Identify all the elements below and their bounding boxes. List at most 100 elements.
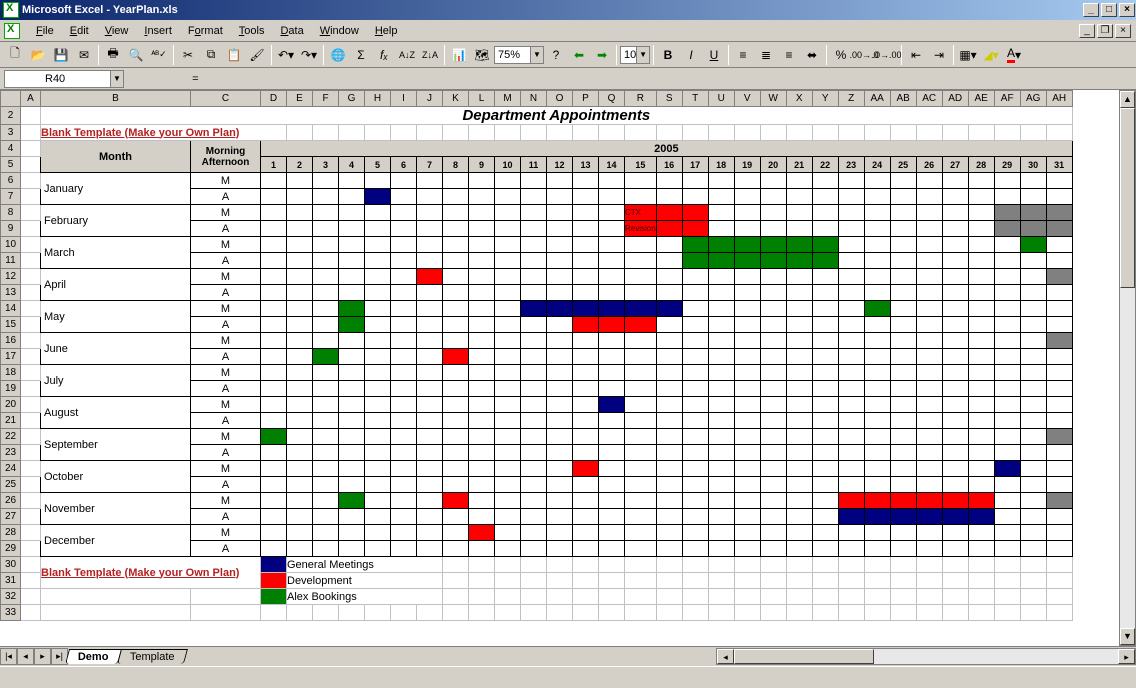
day-cell[interactable] bbox=[916, 285, 942, 301]
day-cell[interactable] bbox=[1020, 381, 1046, 397]
col-header-AC[interactable]: AC bbox=[916, 91, 942, 107]
day-cell[interactable] bbox=[547, 317, 573, 333]
day-cell[interactable] bbox=[287, 413, 313, 429]
day-cell[interactable] bbox=[469, 461, 495, 477]
day-cell[interactable] bbox=[916, 365, 942, 381]
day-cell[interactable] bbox=[599, 269, 625, 285]
month-cell-May[interactable]: May bbox=[41, 301, 191, 333]
col-header-L[interactable]: L bbox=[469, 91, 495, 107]
day-cell[interactable] bbox=[287, 509, 313, 525]
day-cell[interactable] bbox=[443, 189, 469, 205]
month-cell-October[interactable]: October bbox=[41, 461, 191, 493]
day-cell[interactable] bbox=[1046, 269, 1072, 285]
day-cell[interactable] bbox=[599, 333, 625, 349]
day-cell[interactable] bbox=[786, 493, 812, 509]
day-cell[interactable] bbox=[287, 189, 313, 205]
day-cell[interactable] bbox=[890, 189, 916, 205]
day-cell[interactable] bbox=[656, 349, 682, 365]
day-cell[interactable] bbox=[812, 477, 838, 493]
paste-icon[interactable]: 📋 bbox=[223, 44, 245, 66]
day-cell[interactable] bbox=[682, 173, 708, 189]
day-cell[interactable] bbox=[708, 269, 734, 285]
day-cell[interactable] bbox=[313, 493, 339, 509]
slot-cell[interactable]: A bbox=[191, 445, 261, 461]
day-cell[interactable] bbox=[365, 413, 391, 429]
day-cell[interactable] bbox=[682, 445, 708, 461]
day-cell[interactable] bbox=[599, 445, 625, 461]
day-cell[interactable] bbox=[760, 285, 786, 301]
row-header-15[interactable]: 15 bbox=[1, 317, 21, 333]
spreadsheet-grid[interactable]: ABCDEFGHIJKLMNOPQRSTUVWXYZAAABACADAEAFAG… bbox=[0, 90, 1073, 621]
day-cell[interactable] bbox=[812, 349, 838, 365]
day-cell[interactable] bbox=[365, 301, 391, 317]
day-cell[interactable] bbox=[365, 221, 391, 237]
day-cell[interactable] bbox=[469, 493, 495, 509]
col-header-F[interactable]: F bbox=[313, 91, 339, 107]
day-cell[interactable] bbox=[443, 493, 469, 509]
day-cell[interactable] bbox=[573, 253, 599, 269]
mail-icon[interactable]: ✉ bbox=[73, 44, 95, 66]
day-cell[interactable] bbox=[968, 253, 994, 269]
day-cell[interactable] bbox=[760, 365, 786, 381]
day-cell[interactable] bbox=[339, 205, 365, 221]
day-cell[interactable] bbox=[968, 365, 994, 381]
preview-icon[interactable]: 🔍 bbox=[125, 44, 147, 66]
day-cell[interactable] bbox=[261, 493, 287, 509]
day-cell[interactable] bbox=[443, 461, 469, 477]
day-cell[interactable] bbox=[1020, 509, 1046, 525]
day-cell[interactable] bbox=[469, 349, 495, 365]
row-header-28[interactable]: 28 bbox=[1, 525, 21, 541]
day-cell[interactable] bbox=[864, 429, 890, 445]
day-cell[interactable] bbox=[786, 445, 812, 461]
day-cell[interactable] bbox=[734, 381, 760, 397]
day-cell[interactable] bbox=[734, 205, 760, 221]
day-cell[interactable] bbox=[625, 397, 657, 413]
day-cell[interactable] bbox=[287, 301, 313, 317]
day-cell[interactable] bbox=[495, 381, 521, 397]
day-cell[interactable] bbox=[708, 397, 734, 413]
day-cell[interactable] bbox=[994, 397, 1020, 413]
day-cell[interactable] bbox=[261, 477, 287, 493]
day-cell[interactable] bbox=[786, 381, 812, 397]
slot-cell[interactable]: M bbox=[191, 173, 261, 189]
day-cell[interactable] bbox=[339, 397, 365, 413]
day-cell[interactable] bbox=[365, 509, 391, 525]
day-cell[interactable] bbox=[417, 253, 443, 269]
day-cell[interactable] bbox=[1046, 189, 1072, 205]
day-cell[interactable] bbox=[838, 349, 864, 365]
row-header-26[interactable]: 26 bbox=[1, 493, 21, 509]
day-cell[interactable] bbox=[942, 205, 968, 221]
day-cell[interactable] bbox=[339, 365, 365, 381]
day-cell[interactable] bbox=[994, 493, 1020, 509]
day-cell[interactable] bbox=[365, 445, 391, 461]
day-cell[interactable] bbox=[838, 445, 864, 461]
day-cell[interactable] bbox=[838, 461, 864, 477]
tab-template[interactable]: Template bbox=[117, 649, 188, 664]
day-cell[interactable] bbox=[682, 381, 708, 397]
day-cell[interactable] bbox=[339, 237, 365, 253]
day-cell[interactable] bbox=[708, 349, 734, 365]
day-cell[interactable] bbox=[734, 173, 760, 189]
day-cell[interactable] bbox=[838, 285, 864, 301]
day-cell[interactable] bbox=[521, 253, 547, 269]
day-cell[interactable] bbox=[417, 381, 443, 397]
day-cell[interactable] bbox=[838, 493, 864, 509]
day-cell[interactable] bbox=[916, 349, 942, 365]
day-cell[interactable] bbox=[339, 189, 365, 205]
redo-icon[interactable]: ↷▾ bbox=[298, 44, 320, 66]
day-cell[interactable] bbox=[838, 477, 864, 493]
col-header-AF[interactable]: AF bbox=[994, 91, 1020, 107]
day-cell[interactable] bbox=[365, 381, 391, 397]
day-cell[interactable] bbox=[708, 493, 734, 509]
day-cell[interactable] bbox=[890, 349, 916, 365]
day-cell[interactable] bbox=[708, 429, 734, 445]
day-cell[interactable] bbox=[968, 189, 994, 205]
day-cell[interactable] bbox=[968, 461, 994, 477]
day-cell[interactable] bbox=[786, 525, 812, 541]
day-cell[interactable] bbox=[994, 237, 1020, 253]
day-cell[interactable] bbox=[656, 477, 682, 493]
day-cell[interactable] bbox=[495, 285, 521, 301]
month-cell-April[interactable]: April bbox=[41, 269, 191, 301]
slot-cell[interactable]: A bbox=[191, 477, 261, 493]
col-header-I[interactable]: I bbox=[391, 91, 417, 107]
